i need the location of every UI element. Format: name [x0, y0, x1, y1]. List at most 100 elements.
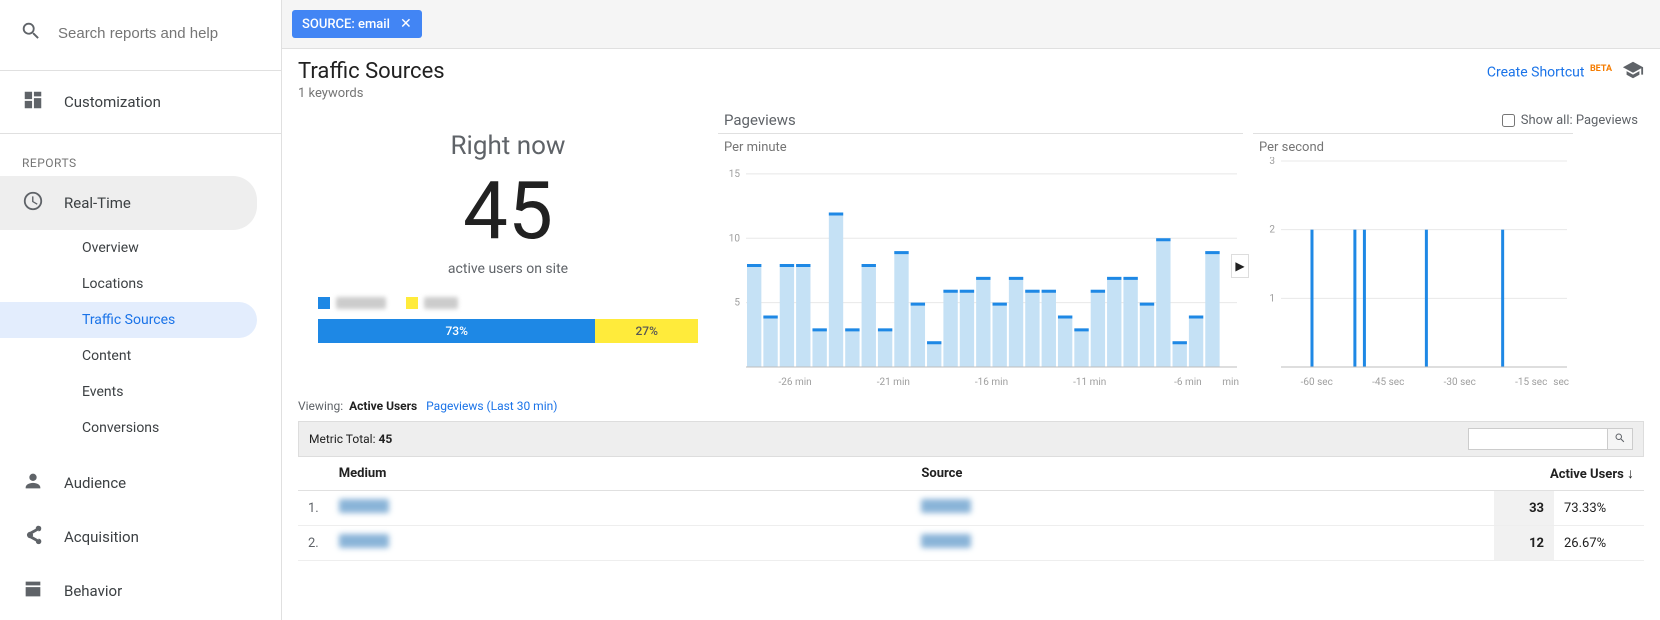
education-icon[interactable] — [1622, 59, 1644, 85]
nav-acquisition[interactable]: Acquisition — [0, 510, 257, 564]
svg-text:-45 sec: -45 sec — [1372, 377, 1404, 388]
svg-text:15: 15 — [729, 169, 741, 180]
cell-medium — [329, 491, 912, 526]
svg-text:-30 sec: -30 sec — [1444, 377, 1476, 388]
per-second-chart: Per second 1 2 3 -60 sec -45 sec -30 sec -15 s… — [1253, 133, 1573, 391]
divider — [0, 133, 281, 134]
create-shortcut-link[interactable]: Create Shortcut BETA — [1487, 64, 1612, 81]
row-index: 2. — [298, 526, 329, 561]
viewing-alt[interactable]: Pageviews (Last 30 min) — [426, 399, 557, 413]
right-now-label: Right now — [298, 131, 718, 161]
cell-users: 12 — [1494, 526, 1554, 561]
show-all-label: Show all: Pageviews — [1521, 113, 1638, 128]
svg-text:-15 sec: -15 sec — [1515, 377, 1547, 388]
per-second-svg: 1 2 3 -60 sec -45 sec -30 sec -15 sec sec — [1253, 157, 1573, 391]
metric-total-label: Metric Total: — [309, 432, 375, 446]
divider — [0, 70, 281, 71]
legend-swatch-a — [318, 297, 330, 309]
expand-chart-button[interactable]: ▶ — [1231, 254, 1249, 278]
dashboard-icon — [22, 89, 44, 115]
col-source[interactable]: Source — [911, 457, 1494, 491]
split-legend — [298, 277, 718, 319]
cell-source — [911, 491, 1494, 526]
show-all-toggle[interactable]: Show all: Pageviews — [1502, 113, 1638, 128]
chip-value: email — [358, 17, 390, 32]
nav-label: Audience — [64, 474, 126, 492]
search-icon — [20, 20, 42, 46]
svg-text:3: 3 — [1269, 157, 1275, 167]
person-icon — [22, 470, 44, 496]
table-search-button[interactable] — [1607, 428, 1633, 450]
filter-bar: SOURCE: email ✕ — [282, 0, 1660, 49]
svg-text:10: 10 — [729, 233, 741, 244]
split-b-pct: 27% — [635, 324, 657, 338]
filter-chip[interactable]: SOURCE: email ✕ — [292, 10, 422, 38]
pageviews-heading: Pageviews — [724, 111, 796, 129]
chip-key: SOURCE: — [302, 17, 355, 32]
split-seg-a: 73% — [318, 319, 595, 343]
cell-pct: 73.33% — [1554, 491, 1644, 526]
metric-total-bar: Metric Total: 45 — [298, 421, 1644, 457]
svg-text:-6 min: -6 min — [1174, 377, 1202, 388]
cell-medium — [329, 526, 912, 561]
reports-heading: REPORTS — [0, 138, 281, 176]
legend-label-b — [424, 297, 458, 309]
sidebar: Customization REPORTS Real-Time Overview… — [0, 0, 282, 620]
nav-sub-locations[interactable]: Locations — [0, 266, 257, 302]
nav-sub-traffic-sources[interactable]: Traffic Sources — [0, 302, 257, 338]
svg-text:-21 min: -21 min — [877, 377, 910, 388]
nav-sub-events[interactable]: Events — [0, 374, 257, 410]
table-row[interactable]: 2. 1226.67% — [298, 526, 1644, 561]
chart-title-per-second: Per second — [1253, 138, 1573, 157]
svg-text:sec: sec — [1553, 377, 1569, 388]
col-active-users[interactable]: Active Users ↓ — [1494, 457, 1644, 491]
nav-sub-content[interactable]: Content — [0, 338, 257, 374]
svg-text:-11 min: -11 min — [1073, 377, 1106, 388]
legend-label-a — [336, 297, 386, 309]
metric-total-value: 45 — [378, 432, 392, 446]
nav-audience[interactable]: Audience — [0, 456, 257, 510]
pageviews-panel: Pageviews Show all: Pageviews Per minute… — [718, 111, 1644, 391]
content: Traffic Sources 1 keywords Create Shortc… — [282, 49, 1660, 620]
nav-sub-conversions[interactable]: Conversions — [0, 410, 257, 446]
right-now-sub: active users on site — [298, 261, 718, 277]
page-title: Traffic Sources — [298, 59, 445, 84]
row-index: 1. — [298, 491, 329, 526]
cell-users: 33 — [1494, 491, 1554, 526]
nav-behavior[interactable]: Behavior — [0, 564, 257, 618]
table-search-input[interactable] — [1468, 428, 1608, 450]
sort-down-icon: ↓ — [1627, 466, 1634, 482]
main: SOURCE: email ✕ Traffic Sources 1 keywor… — [282, 0, 1660, 620]
search-input[interactable] — [58, 25, 261, 42]
legend-swatch-b — [406, 297, 418, 309]
close-icon[interactable]: ✕ — [400, 16, 412, 32]
per-minute-chart: Per minute 51015-26 min-21 min-16 min-11… — [718, 133, 1243, 391]
cell-source — [911, 526, 1494, 561]
viewing-label: Viewing: — [298, 399, 343, 413]
split-bar: 73% 27% — [318, 319, 698, 343]
sources-table: Medium Source Active Users ↓ 1.3373.33%2… — [298, 457, 1644, 561]
nav-sub-overview[interactable]: Overview — [0, 230, 257, 266]
svg-text:5: 5 — [734, 298, 740, 309]
svg-text:min: min — [1222, 377, 1239, 388]
page-subtitle: 1 keywords — [298, 86, 445, 101]
table-header-row: Medium Source Active Users ↓ — [298, 457, 1644, 491]
viewing-row: Viewing: Active Users Pageviews (Last 30… — [298, 391, 1644, 421]
right-now-count: 45 — [298, 171, 718, 251]
show-all-checkbox[interactable] — [1502, 114, 1515, 127]
chart-title-per-minute: Per minute — [718, 138, 1243, 157]
share-icon — [22, 524, 44, 550]
nav-realtime[interactable]: Real-Time — [0, 176, 257, 230]
nav-customization[interactable]: Customization — [0, 75, 257, 129]
beta-badge: BETA — [1590, 64, 1612, 74]
svg-text:2: 2 — [1269, 225, 1275, 236]
page-icon — [22, 578, 44, 604]
col-medium[interactable]: Medium — [329, 457, 912, 491]
clock-icon — [22, 190, 44, 216]
viewing-active[interactable]: Active Users — [349, 399, 417, 413]
svg-text:-60 sec: -60 sec — [1301, 377, 1333, 388]
cell-pct: 26.67% — [1554, 526, 1644, 561]
svg-text:1: 1 — [1269, 293, 1275, 304]
search-row — [0, 8, 281, 66]
table-row[interactable]: 1. 3373.33% — [298, 491, 1644, 526]
